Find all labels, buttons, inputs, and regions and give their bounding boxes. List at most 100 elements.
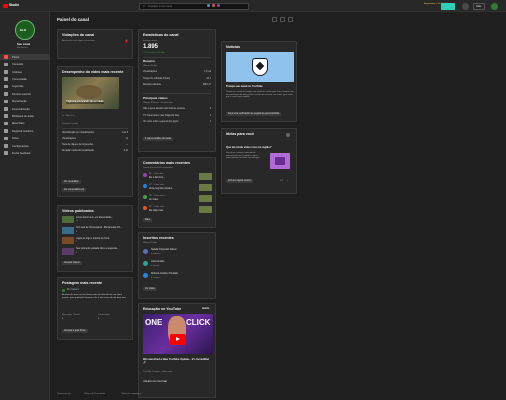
sidebar-item[interactable]: Direitos autorais [0,91,50,97]
subscriber-name[interactable]: Lidia Arnaldo [151,261,164,263]
latest-post-card: Postagem mais recente Elo Games Atualiza… [57,277,133,340]
sidebar-item-label: Registrar Histórico [12,129,34,133]
post-icon[interactable] [288,17,293,22]
live-icon[interactable] [280,17,285,22]
sidebar-item-icon [4,69,8,74]
violation-badge[interactable]: 1 [125,40,129,43]
subscriber-meta: 1 inscrito [151,264,160,267]
create-on-youtube-link[interactable]: CREATE ON YOUTUBE [143,381,167,383]
comment-video-thumbnail[interactable] [199,184,212,191]
metric-label: Tempo de exibição (horas) [143,77,171,80]
footer-link[interactable]: Termos de uso [57,393,71,395]
profile-avatar[interactable] [491,2,498,10]
sidebar-item[interactable]: Painel [0,54,50,60]
top-videos-title: Principais vídeos [143,96,168,100]
education-video-thumbnail[interactable]: ONE CLICK [143,314,213,354]
card-title: Comentários mais recentes [143,161,190,165]
sidebar-item[interactable]: Análises [0,69,50,75]
view-analytics-button[interactable]: Ver na análise [62,180,81,185]
commenter-name: GP · 3 dias atrás [149,195,165,197]
stat-icons: ▲ 11 ▶ 0 ● 0 [62,115,75,117]
see-all-subscribers-button[interactable]: Ver todos [143,287,157,292]
sidebar-item[interactable]: Comunidade [0,76,50,82]
footer-link[interactable]: Política de Privacidade [84,393,105,395]
comment-video-thumbnail[interactable] [199,206,212,213]
go-to-videos-button[interactable]: Acessar vídeos [62,261,82,266]
recent-video-thumbnail[interactable]: Capivara procurando de ser mudo [62,77,119,109]
sidebar-item[interactable]: Legendas [0,84,50,90]
video-thumbnail[interactable] [62,226,74,234]
top-video-title[interactable]: TV Canal antes mais Pagando Mes [143,115,179,117]
education-card: Educação no YouTube shorts ONE CLICK We … [138,303,216,398]
chevron-right-icon[interactable]: › [287,179,288,182]
get-started-button[interactable]: Comece agora mesmo [226,179,254,184]
more-comments-button[interactable]: Mais [143,218,152,223]
thumbnail-subject [76,85,102,99]
upload-icon[interactable] [272,17,277,22]
comment-video-thumbnail[interactable] [199,173,212,180]
video-thumbnail[interactable] [62,237,74,244]
sidebar-item[interactable]: Enviar feedback [0,150,50,156]
channel-avatar[interactable]: ELO [15,20,35,40]
video-thumbnail[interactable] [62,216,74,223]
view-comments-button[interactable]: Ver comentários (0) [62,188,87,193]
top-bar: Studio ⚲ Pesquisar no seu canal Experime… [0,0,506,12]
video-title[interactable]: Jogos de fogo e música na Terra [76,238,109,240]
education-video-title[interactable]: We Launched a New YouTube Update... It's… [143,358,213,365]
card-title: Desempenho do vídeo mais recente [62,70,124,74]
video-title[interactable]: Lorem ipsum tem, em transmissão... [76,217,113,219]
top-video-row[interactable]: TV Canal antes mais Pagando Mes 1 [143,115,211,118]
metric-value: 0:11 [123,150,128,152]
sidebar-item-icon [4,99,8,104]
create-button[interactable]: Criar [473,2,485,10]
subscriber-avatar[interactable] [143,273,148,278]
top-video-row[interactable]: Vale a pena assistir todo final de seman… [143,108,211,111]
sidebar-item[interactable]: Registrar Histórico [0,128,50,134]
sidebar-item-icon [4,84,8,89]
sidebar: ELO Seu canal Elo Games Painel Conteúdo An… [0,12,50,400]
metric-row: Tempo de exibição (horas) 44,7 [143,78,211,81]
go-to-channel-analytics-button[interactable]: Ir para a análise do canal [143,137,173,142]
logo-text[interactable]: Studio [9,4,19,7]
card-text: Atualizações do último acesso ativo [62,40,95,42]
sidebar-item[interactable]: Monetização [0,98,50,104]
top-video-title[interactable]: Vale a pena assistir todo final de seman… [143,108,185,110]
footer-link[interactable]: Políticas e segurança [121,393,141,395]
sidebar-item[interactable]: Meta Wars [0,121,50,127]
sidebar-item-icon [4,92,8,96]
search-input[interactable]: ⚲ Pesquisar no seu canal [139,2,249,10]
subscriber-name[interactable]: Natalia Fitzgerald Jakson [151,249,177,251]
sidebar-item-icon [4,129,8,133]
subscriber-avatar[interactable] [143,261,148,266]
subscriber-avatar[interactable] [143,249,148,254]
recent-comments-card: Comentários mais recentes Canais que voc… [138,157,216,228]
video-thumbnail[interactable] [62,247,74,255]
dismiss-icon[interactable] [286,133,290,137]
thumbnail-text-two: CLICK [186,318,211,327]
metric-value: 1,6 mil [204,71,211,73]
video-title[interactable]: Tem veio de Temperatura - Monumento AO..… [76,227,122,229]
sidebar-item-label: Enviar feedback [12,151,31,155]
notifications-icon[interactable] [462,2,469,10]
go-to-posts-button[interactable]: Acessar a guia Posts [62,329,88,334]
top-video-row[interactable]: Um corte sobre a guerra dos jogos 1 [143,121,211,124]
sidebar-item-icon [4,55,8,59]
sidebar-item[interactable]: Personalização [0,106,50,112]
channel-title: Seu canal [17,42,31,46]
video-meta: Primeiros 14 dias [62,123,79,125]
sidebar-item-label: Sobre [12,137,19,141]
video-title[interactable]: Seu momento postado não é a segunda... [76,248,119,250]
comment-video-thumbnail[interactable] [199,195,212,202]
security-checkup-button[interactable]: Faça uma verificação de segurança person… [226,112,282,117]
trial-badge[interactable] [441,2,455,10]
sidebar-item[interactable]: Sobre [0,135,50,141]
sidebar-item-icon [4,121,8,126]
sidebar-item[interactable]: Biblioteca de áudio [0,113,50,119]
youtube-logo-icon[interactable] [3,4,8,8]
top-video-title[interactable]: Um corte sobre a guerra dos jogos [143,121,178,123]
sidebar-item[interactable]: Configurações [0,143,50,149]
search-icon: ⚲ [143,5,145,8]
subscriber-name[interactable]: Roberta Cardoso Trindade [151,273,178,275]
sidebar-item[interactable]: Conteúdo [0,61,50,67]
card-title: Postagem mais recente [62,281,103,285]
